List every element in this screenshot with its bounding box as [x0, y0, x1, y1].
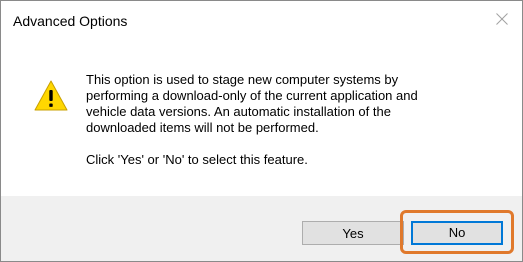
close-button[interactable]: [480, 1, 522, 37]
yes-button[interactable]: Yes: [302, 221, 404, 245]
warning-icon: [34, 80, 68, 111]
close-icon: [496, 13, 508, 25]
no-button-highlight: [400, 210, 514, 254]
dialog-body: This option is used to stage new compute…: [1, 37, 522, 196]
button-bar: Yes No: [1, 196, 522, 261]
title-bar: Advanced Options: [1, 1, 522, 37]
dialog-title: Advanced Options: [13, 13, 128, 29]
message-text: This option is used to stage new compute…: [86, 72, 418, 135]
advanced-options-dialog: Advanced Options This option is used to …: [0, 0, 523, 262]
dialog-message: This option is used to stage new compute…: [86, 72, 506, 168]
prompt-text: Click 'Yes' or 'No' to select this featu…: [86, 152, 308, 167]
